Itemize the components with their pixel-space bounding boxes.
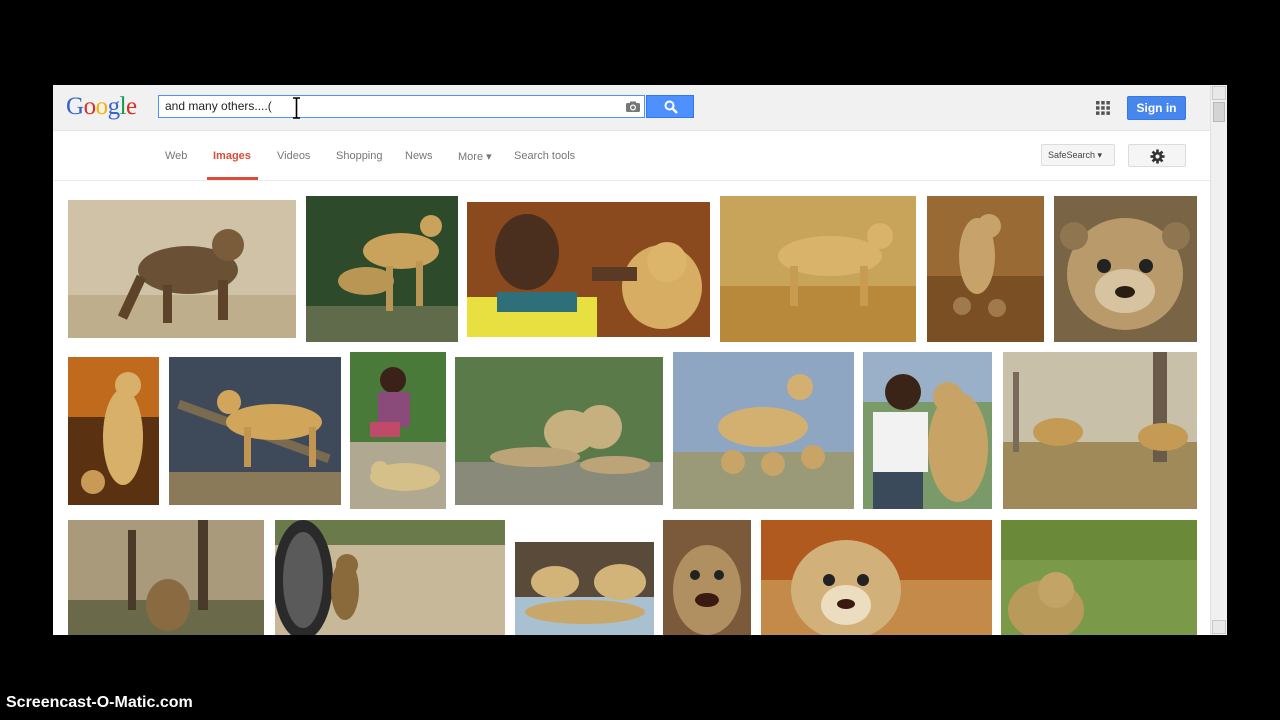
magnifier-icon bbox=[664, 100, 678, 114]
image-result[interactable] bbox=[275, 520, 505, 635]
browser-window: Google Sign in bbox=[53, 85, 1227, 635]
image-result[interactable] bbox=[455, 357, 663, 505]
tab-web[interactable]: Web bbox=[165, 150, 187, 162]
scroll-up-arrow[interactable] bbox=[1212, 86, 1226, 100]
image-result[interactable] bbox=[927, 196, 1044, 342]
settings-button[interactable] bbox=[1128, 144, 1186, 167]
search-nav-bar: Web Images Videos Shopping News More ▾ S… bbox=[53, 131, 1210, 181]
vertical-scrollbar[interactable] bbox=[1210, 85, 1227, 635]
image-result[interactable] bbox=[1001, 520, 1197, 635]
active-tab-indicator bbox=[207, 177, 258, 180]
image-result[interactable] bbox=[306, 196, 458, 342]
image-result[interactable] bbox=[350, 352, 446, 509]
image-result[interactable] bbox=[467, 202, 710, 337]
search-input[interactable] bbox=[165, 96, 605, 117]
image-result[interactable] bbox=[68, 200, 296, 338]
image-result[interactable] bbox=[761, 520, 992, 635]
image-result[interactable] bbox=[673, 352, 854, 509]
image-result[interactable] bbox=[169, 357, 341, 505]
scroll-thumb[interactable] bbox=[1213, 102, 1225, 122]
image-result[interactable] bbox=[1054, 196, 1197, 342]
tab-shopping[interactable]: Shopping bbox=[336, 150, 383, 162]
image-result[interactable] bbox=[515, 542, 654, 635]
image-result[interactable] bbox=[720, 196, 916, 342]
recording-watermark: Screencast-O-Matic.com bbox=[6, 694, 193, 711]
tab-videos[interactable]: Videos bbox=[277, 150, 310, 162]
google-logo[interactable]: Google bbox=[66, 93, 137, 121]
scroll-down-arrow[interactable] bbox=[1212, 620, 1226, 634]
google-header: Google Sign in bbox=[53, 85, 1210, 131]
apps-grid-icon[interactable] bbox=[1096, 101, 1110, 115]
gear-icon bbox=[1150, 149, 1165, 164]
tab-images[interactable]: Images bbox=[213, 150, 251, 162]
tab-search-tools[interactable]: Search tools bbox=[514, 150, 575, 162]
sign-in-button[interactable]: Sign in bbox=[1127, 96, 1186, 120]
tab-news[interactable]: News bbox=[405, 150, 433, 162]
camera-icon[interactable] bbox=[625, 101, 641, 113]
image-result[interactable] bbox=[68, 520, 264, 635]
image-result[interactable] bbox=[663, 520, 751, 635]
image-result[interactable] bbox=[863, 352, 992, 509]
safesearch-dropdown[interactable]: SafeSearch ▾ bbox=[1041, 144, 1115, 166]
image-result[interactable] bbox=[1003, 352, 1197, 509]
image-result[interactable] bbox=[68, 357, 159, 505]
search-box[interactable] bbox=[158, 95, 645, 118]
tab-more[interactable]: More ▾ bbox=[458, 150, 492, 163]
search-button[interactable] bbox=[646, 95, 694, 118]
